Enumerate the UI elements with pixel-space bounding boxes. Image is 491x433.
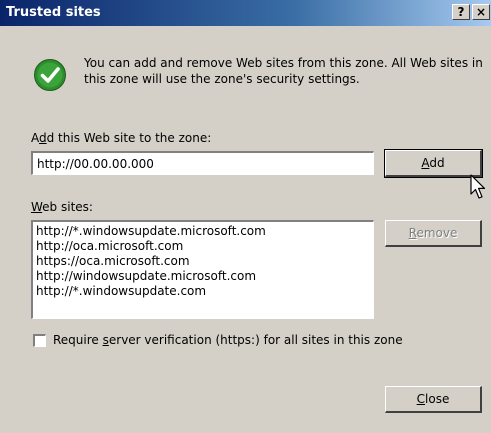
trusted-sites-dialog: Trusted sites ? × You can add and remove… — [0, 0, 491, 433]
checkmark-icon — [34, 59, 66, 91]
mouse-pointer-icon — [470, 174, 486, 199]
list-item[interactable]: http://*.windowsupdate.com — [36, 284, 370, 299]
web-sites-label: Web sites: — [31, 200, 93, 214]
close-window-button[interactable]: × — [472, 4, 490, 20]
zone-description: You can add and remove Web sites from th… — [84, 56, 483, 86]
require-verification-checkbox[interactable] — [33, 334, 46, 347]
add-site-input[interactable]: http://00.00.00.000 — [31, 151, 374, 175]
title-bar[interactable]: Trusted sites ? × — [0, 0, 491, 26]
remove-button[interactable]: Remove — [385, 220, 482, 247]
add-button[interactable]: Add — [384, 149, 483, 178]
require-verification-label[interactable]: Require server verification (https:) for… — [53, 333, 403, 347]
close-button[interactable]: Close — [385, 386, 482, 413]
web-sites-list[interactable]: http://*.windowsupdate.microsoft.com htt… — [31, 220, 374, 319]
add-site-label: Add this Web site to the zone: — [31, 131, 212, 145]
help-button[interactable]: ? — [452, 4, 470, 20]
dialog-title: Trusted sites — [6, 5, 101, 20]
list-item[interactable]: https://oca.microsoft.com — [36, 254, 370, 269]
list-item[interactable]: http://oca.microsoft.com — [36, 239, 370, 254]
list-item[interactable]: http://windowsupdate.microsoft.com — [36, 269, 370, 284]
list-item[interactable]: http://*.windowsupdate.microsoft.com — [36, 224, 370, 239]
